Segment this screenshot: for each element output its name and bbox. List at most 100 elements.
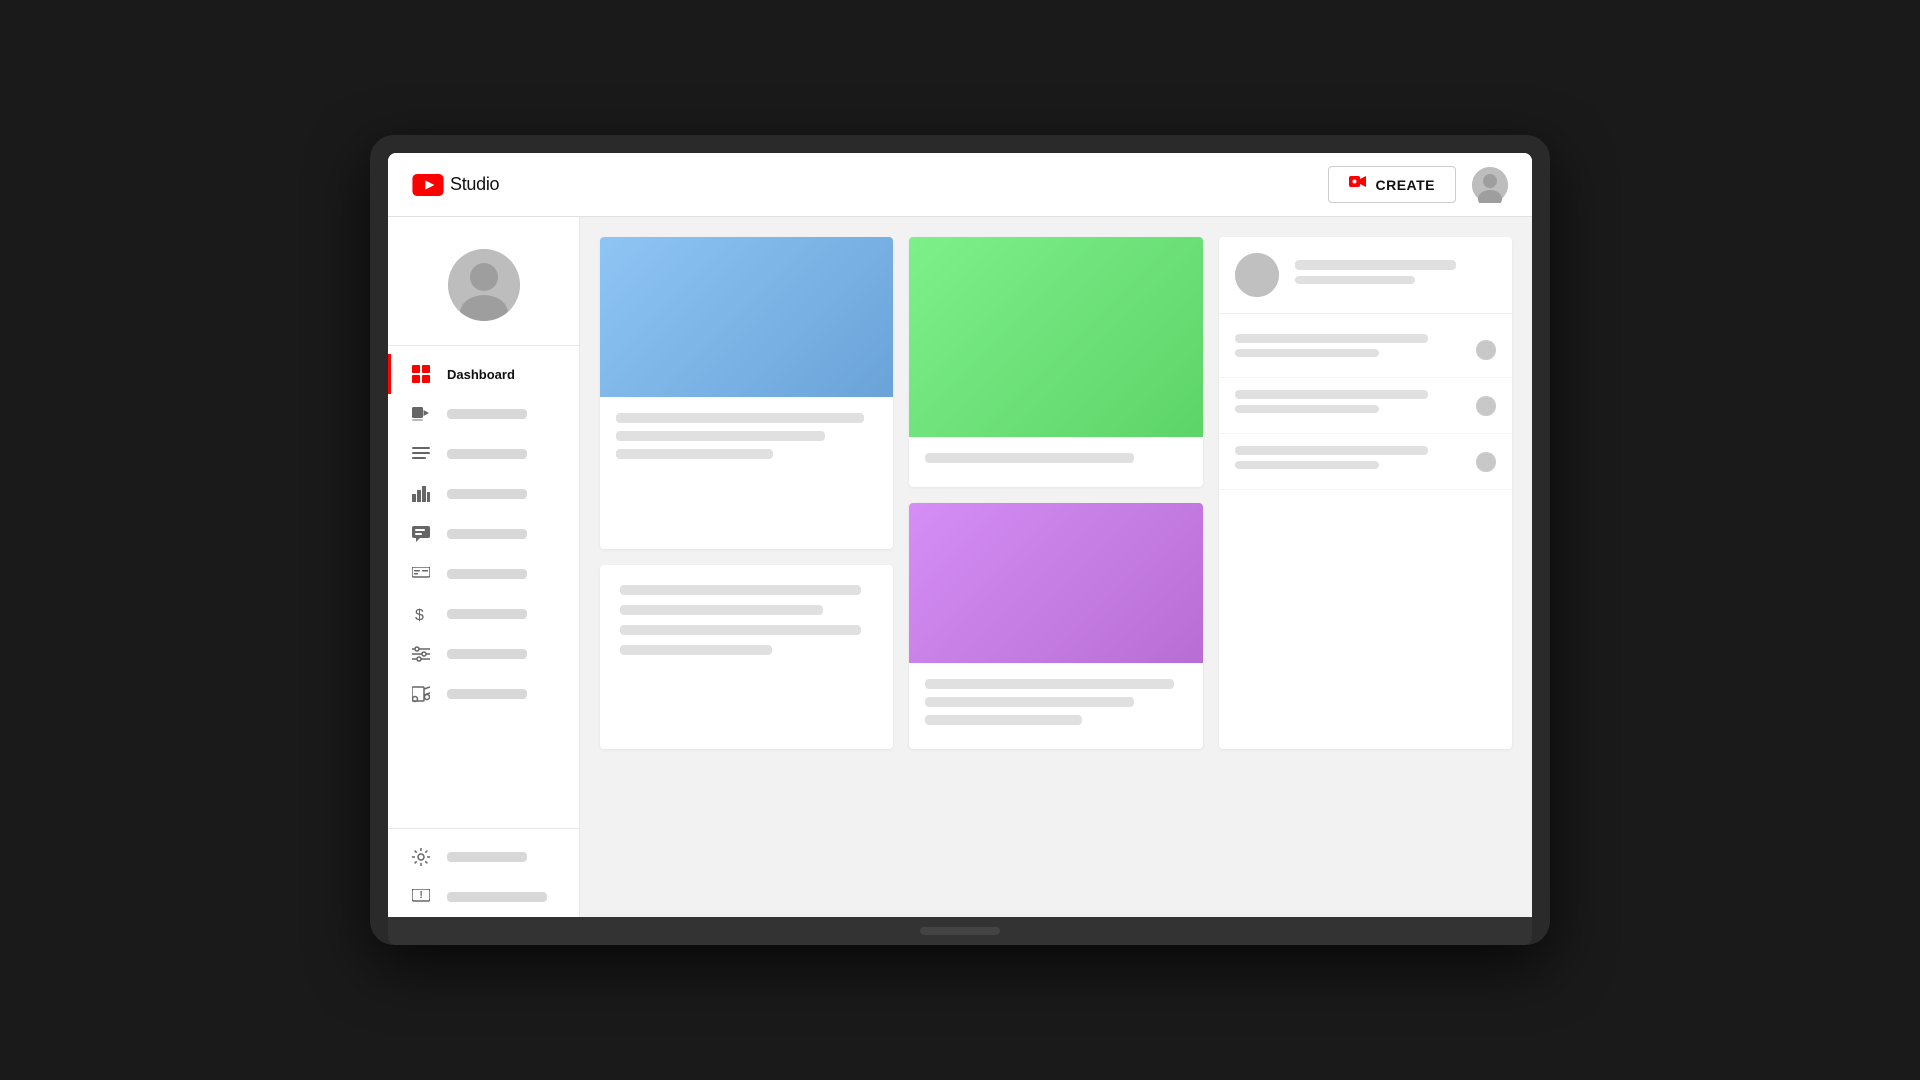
channel-stats-card [1219, 237, 1512, 749]
card-1-content [600, 397, 893, 483]
card-green-line-1 [925, 453, 1134, 463]
text-line-4 [620, 645, 772, 655]
card-purple-line-1 [925, 679, 1173, 689]
analytics-icon [411, 484, 431, 504]
stat-1-content [1235, 334, 1476, 365]
stats-list [1219, 314, 1512, 749]
channel-avatar [1235, 253, 1279, 297]
analytics-label [447, 489, 527, 499]
video-card-green[interactable] [909, 237, 1202, 487]
channel-sub-line [1295, 276, 1416, 284]
sidebar-item-customization[interactable] [388, 634, 579, 674]
comments-label [447, 529, 527, 539]
text-line-3 [620, 625, 861, 635]
card-column-2 [909, 237, 1202, 749]
video-card-purple[interactable] [909, 503, 1202, 749]
sidebar-item-comments[interactable] [388, 514, 579, 554]
header-right: CREATE [1328, 166, 1508, 203]
channel-info [1295, 260, 1496, 290]
sidebar-item-dashboard[interactable]: Dashboard [388, 354, 579, 394]
svg-text:$: $ [415, 607, 424, 623]
stat-3-label [1235, 446, 1428, 455]
stat-2-indicator [1476, 396, 1496, 416]
youtube-icon [412, 174, 444, 196]
sidebar-bottom: ! [388, 828, 579, 917]
stat-1-indicator [1476, 340, 1496, 360]
card-1-line-1 [616, 413, 864, 423]
text-line-2 [620, 605, 823, 615]
text-card-1-content [600, 565, 893, 683]
sidebar-avatar-image [448, 249, 520, 321]
video-card-1[interactable] [600, 237, 893, 549]
stat-1-value [1235, 349, 1380, 357]
svg-text:!: ! [420, 890, 423, 901]
sidebar-item-settings[interactable] [388, 837, 579, 877]
stat-3-indicator [1476, 452, 1496, 472]
sidebar-dashboard-label: Dashboard [447, 367, 515, 382]
stat-item-1[interactable] [1219, 322, 1512, 378]
customization-label [447, 649, 527, 659]
text-line-1 [620, 585, 861, 595]
card-1-line-3 [616, 449, 773, 459]
comments-icon [411, 524, 431, 544]
customization-icon [411, 644, 431, 664]
laptop-frame: Studio CREATE [370, 135, 1550, 945]
sidebar-channel-avatar[interactable] [388, 229, 579, 345]
channel-header [1219, 237, 1512, 314]
sidebar-divider [388, 345, 579, 346]
monetization-label [447, 609, 527, 619]
laptop-screen: Studio CREATE [388, 153, 1532, 917]
audio-label [447, 689, 527, 699]
stat-item-3[interactable] [1219, 434, 1512, 490]
channel-stats-inner [1219, 237, 1512, 749]
sidebar-item-playlists[interactable] [388, 434, 579, 474]
stat-3-content [1235, 446, 1476, 477]
card-purple-content [909, 663, 1202, 749]
audio-icon [411, 684, 431, 704]
card-purple-line-3 [925, 715, 1082, 725]
subtitles-icon [411, 564, 431, 584]
thumbnail-purple [909, 503, 1202, 663]
dashboard-icon [411, 364, 431, 384]
sidebar-item-analytics[interactable] [388, 474, 579, 514]
settings-icon [411, 847, 431, 867]
header: Studio CREATE [388, 153, 1532, 217]
channel-name-line [1295, 260, 1456, 270]
laptop-base [388, 917, 1532, 945]
feedback-label [447, 892, 547, 902]
header-left: Studio [412, 174, 499, 196]
app-container: Studio CREATE [388, 153, 1532, 917]
stat-2-label [1235, 390, 1428, 399]
sidebar-item-subtitles[interactable] [388, 554, 579, 594]
monetization-icon: $ [411, 604, 431, 624]
stat-2-content [1235, 390, 1476, 421]
sidebar-item-content[interactable] [388, 394, 579, 434]
sidebar-item-monetization[interactable]: $ [388, 594, 579, 634]
sidebar: Dashboard [388, 217, 580, 917]
content-icon [411, 404, 431, 424]
card-green-content [909, 437, 1202, 487]
create-label: CREATE [1375, 177, 1435, 193]
create-camera-icon [1349, 175, 1367, 194]
sidebar-item-feedback[interactable]: ! [388, 877, 579, 917]
playlists-label [447, 449, 527, 459]
settings-label [447, 852, 527, 862]
text-card-1[interactable] [600, 565, 893, 749]
create-button[interactable]: CREATE [1328, 166, 1456, 203]
laptop-notch [920, 927, 1000, 935]
thumbnail-green [909, 237, 1202, 437]
user-avatar[interactable] [1472, 167, 1508, 203]
content-label [447, 409, 527, 419]
stat-3-value [1235, 461, 1380, 469]
card-purple-line-2 [925, 697, 1134, 707]
studio-label: Studio [450, 174, 499, 195]
stat-item-2[interactable] [1219, 378, 1512, 434]
feedback-icon: ! [411, 887, 431, 907]
thumbnail-blue [600, 237, 893, 397]
stat-2-value [1235, 405, 1380, 413]
card-1-line-2 [616, 431, 825, 441]
content-area [580, 217, 1532, 917]
stat-1-label [1235, 334, 1428, 343]
sidebar-item-audio[interactable] [388, 674, 579, 714]
main-layout: Dashboard [388, 217, 1532, 917]
